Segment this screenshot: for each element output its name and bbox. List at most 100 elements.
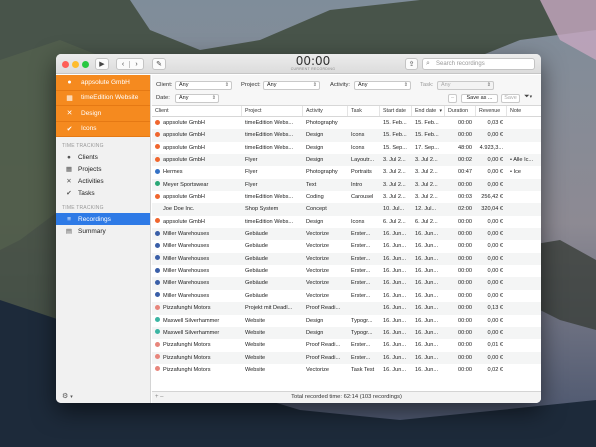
cell-text: 16. Jun...	[383, 292, 407, 299]
cell-text: 256,42 €	[481, 194, 503, 201]
table-row[interactable]: appsolute GmbH Flyer Design Layoutr... 3. Ju…	[152, 154, 541, 167]
date-filter-select[interactable]: Any ⇕	[175, 94, 219, 103]
sidebar-item-tasks[interactable]: ✔ Tasks	[56, 187, 150, 199]
table-row[interactable]: Pizzafunghi Motors Website Vectorize Task T…	[152, 364, 541, 376]
cell-text: 00:00	[458, 305, 472, 312]
share-button[interactable]: ⇪	[405, 58, 418, 70]
save-as-button[interactable]: Save as ...	[461, 94, 498, 103]
cell-start: 16. Jun...	[380, 364, 412, 376]
cell-text: Maxwell Silverhammer	[163, 317, 220, 324]
maximize-window-button[interactable]	[82, 60, 89, 68]
cell-end: 17. Sep...	[412, 142, 445, 154]
column-header-revenue[interactable]: Revenue	[476, 106, 507, 116]
add-remove-recording-buttons[interactable]: + –	[155, 392, 164, 403]
cell-text: Erster...	[351, 268, 371, 275]
cell-note	[507, 352, 541, 364]
cell-text: 0,00 €	[487, 329, 503, 336]
cell-note	[507, 277, 541, 289]
sidebar-project-icons[interactable]: ✔ Icons	[56, 121, 150, 137]
total-recorded-time: Total recorded time: 62:14 (103 recordin…	[291, 394, 402, 400]
table-row[interactable]: Pizzafunghi Motors Website Proof Readi... E…	[152, 339, 541, 351]
sidebar-project-design[interactable]: ✕ Design	[56, 106, 150, 122]
project-filter-select[interactable]: Any ⇕	[263, 81, 320, 90]
task-filter-select[interactable]: Any ⇕	[437, 81, 494, 90]
client-color-dot	[155, 329, 160, 335]
table-row[interactable]: Pizzafunghi Motors Website Proof Readi... E…	[152, 351, 541, 364]
sidebar: ● appsolute GmbH ▦ timeEdition Website ✕…	[56, 75, 151, 403]
cell-text: Concept	[306, 206, 327, 213]
cell-note	[507, 179, 541, 191]
sidebar-item-recordings[interactable]: ≡ Recordings	[56, 213, 150, 225]
activity-filter-select[interactable]: Any ⇕	[354, 81, 411, 90]
client-color-dot	[155, 230, 160, 236]
close-window-button[interactable]	[62, 60, 69, 68]
cell-project: Flyer	[242, 166, 303, 178]
cell-end: 16. Jun...	[412, 327, 445, 339]
table-row[interactable]: Joe Doe Inc. Shop System Concept 10. Jul...…	[152, 203, 541, 216]
cell-text: Website	[245, 342, 266, 349]
column-header-duration[interactable]: Duration	[445, 106, 476, 116]
edit-button[interactable]: ✎	[152, 58, 166, 70]
column-header-note[interactable]: Note	[507, 106, 541, 116]
table-row[interactable]: appsolute GmbH timeEdition Webs... Design I…	[152, 216, 541, 228]
cell-text: Miller Warehouses	[163, 231, 210, 238]
cell-text: Proof Readi...	[306, 354, 341, 361]
column-header-end-date[interactable]: End date ▾	[412, 106, 445, 116]
table-row[interactable]: Miller Warehouses Gebäude Vectorize Erster.…	[152, 277, 541, 290]
chevron-left-icon[interactable]: ‹	[117, 60, 131, 68]
cell-note	[507, 339, 541, 351]
column-header-start-date[interactable]: Start date	[380, 106, 412, 116]
sidebar-item-clients[interactable]: ● Clients	[56, 151, 150, 163]
save-button[interactable]: Save	[501, 94, 520, 103]
table-row[interactable]: Hermes Flyer Photography Portraits 3. Jul 2.…	[152, 166, 541, 178]
chevron-right-icon[interactable]: ›	[130, 61, 143, 68]
sidebar-item-activities[interactable]: ✕ Activities	[56, 175, 150, 187]
table-row[interactable]: Maxwell Silverhammer Website Design Typogr.…	[152, 326, 541, 340]
table-row[interactable]: appsolute GmbH timeEdition Webs... Photogr…	[152, 117, 541, 129]
cell-text: Design	[306, 329, 324, 336]
minimize-window-button[interactable]	[72, 60, 79, 68]
column-header-project[interactable]: Project	[242, 106, 303, 116]
cell-project: Website	[242, 315, 303, 327]
cell-duration: 00:00	[445, 265, 476, 277]
table-row[interactable]: appsolute GmbH timeEdition Webs... Design I…	[152, 142, 541, 154]
table-row[interactable]: Pizzafunghi Motors Projekt mit Deadl... Pr…	[152, 302, 541, 315]
cell-text: 0,00 €	[487, 218, 503, 225]
table-row[interactable]: Meyer Sportswear Flyer Text Intro 3. Jul 2..…	[152, 178, 541, 192]
nav-back-forward[interactable]: ‹ ›	[116, 58, 144, 70]
table-row[interactable]: appsolute GmbH timeEdition Webs... Design I…	[152, 129, 541, 142]
column-header-task[interactable]: Task	[348, 106, 380, 116]
cell-text: 16. Jun...	[383, 354, 407, 361]
client-filter-select[interactable]: Any ⇕	[175, 81, 232, 90]
table-row[interactable]: Miller Warehouses Gebäude Vectorize Erster.…	[152, 290, 541, 302]
sidebar-item-summary[interactable]: ▤ Summary	[56, 225, 150, 237]
table-row[interactable]: appsolute GmbH timeEdition Webs... Coding C…	[152, 191, 541, 203]
cell-activity: Proof Readi...	[303, 302, 348, 314]
search-input[interactable]: ⌕ Search recordings	[422, 58, 535, 70]
remove-filter-button[interactable]: –	[448, 94, 457, 103]
cell-start: 16. Jun...	[380, 228, 412, 240]
sidebar-project-appsolute[interactable]: ● appsolute GmbH	[56, 75, 150, 91]
cell-text: 0,00 €	[487, 243, 503, 250]
table-row[interactable]: Miller Warehouses Gebäude Vectorize Erster.…	[152, 252, 541, 266]
column-header-client[interactable]: Client	[152, 106, 242, 116]
sidebar-item-projects[interactable]: ▦ Projects	[56, 163, 150, 175]
table-row[interactable]: Maxwell Silverhammer Website Design Typogr.…	[152, 315, 541, 327]
list-icon: ≡	[67, 215, 71, 223]
cell-start: 16. Jun...	[380, 240, 412, 252]
cell-start: 10. Jul...	[380, 203, 412, 215]
cell-text: 12. Jul...	[415, 206, 437, 213]
table-row[interactable]: Miller Warehouses Gebäude Vectorize Erster.…	[152, 265, 541, 277]
cell-activity: Design	[303, 142, 348, 154]
table-row[interactable]: Miller Warehouses Gebäude Vectorize Erster.…	[152, 240, 541, 252]
play-button[interactable]: ▶	[95, 58, 109, 70]
filter-menu-button[interactable]: ⏷▾	[524, 93, 532, 101]
gear-icon: ⚙	[62, 393, 69, 400]
column-header-activity[interactable]: Activity	[303, 106, 348, 116]
table-row[interactable]: Miller Warehouses Gebäude Vectorize Erster.…	[152, 228, 541, 241]
sidebar-project-timeedition[interactable]: ▦ timeEdition Website	[56, 90, 150, 106]
cell-text: timeEdition Webs...	[245, 120, 294, 126]
cell-revenue: 0,02 €	[476, 364, 507, 376]
client-color-dot	[155, 304, 160, 310]
settings-menu-button[interactable]: ⚙ ▾	[62, 392, 73, 400]
